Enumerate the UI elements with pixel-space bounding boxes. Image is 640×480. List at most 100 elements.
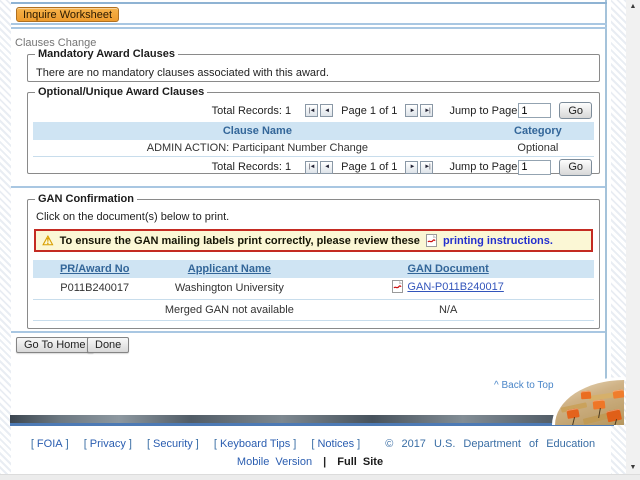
pagination-bar-top: Total Records: 1 |◄ ◄ Page 1 of 1 ► ►| J… (33, 100, 594, 121)
photo-shape (572, 417, 575, 425)
gan-confirmation-legend: GAN Confirmation (35, 193, 137, 205)
printing-instructions-link[interactable]: printing instructions. (443, 235, 553, 247)
scroll-down-icon[interactable]: ▼ (626, 464, 640, 471)
prev-page-button[interactable]: ◄ (320, 161, 333, 174)
go-button[interactable]: Go (559, 159, 592, 176)
bracket: [ (84, 438, 87, 450)
table-row: P011B240017 Washington University GAN-P0… (33, 278, 594, 299)
horizontal-scrollbar[interactable] (0, 474, 640, 480)
footer-link-foia[interactable]: [FOIA] (28, 438, 72, 450)
optional-clauses-fieldset: Optional/Unique Award Clauses Total Reco… (27, 86, 600, 174)
clause-name-cell: ADMIN ACTION: Participant Number Change (33, 140, 482, 156)
total-records-label: Total Records: 1 (212, 105, 291, 117)
category-header: Category (482, 122, 594, 140)
go-button[interactable]: Go (559, 102, 592, 119)
footer-blue-bar (10, 423, 614, 426)
go-to-home-button[interactable]: Go To Home (16, 337, 94, 353)
next-page-button[interactable]: ► (405, 161, 418, 174)
back-to-top-link[interactable]: ^ Back to Top (494, 380, 554, 391)
gan-document-link[interactable]: GAN-P011B240017 (407, 281, 503, 293)
jump-to-page-input[interactable] (518, 160, 551, 175)
prev-page-button[interactable]: ◄ (320, 104, 333, 117)
full-site-label: Full Site (337, 456, 383, 468)
bracket: ] (357, 438, 360, 450)
done-button[interactable]: Done (87, 337, 129, 353)
bracket: [ (311, 438, 314, 450)
last-page-button[interactable]: ►| (420, 104, 433, 117)
gan-document-cell: N/A (302, 299, 594, 320)
section-divider (11, 27, 607, 29)
footer-link-privacy[interactable]: [Privacy] (81, 438, 135, 450)
back-to-top-label: Back to Top (501, 380, 553, 391)
inquire-worksheet-button[interactable]: Inquire Worksheet (16, 7, 119, 22)
last-page-button[interactable]: ►| (420, 161, 433, 174)
photo-shape (606, 409, 622, 423)
bracket: ] (66, 438, 69, 450)
gan-instruction: Click on the document(s) below to print. (36, 211, 592, 223)
bracket: [ (214, 438, 217, 450)
footer-site-switch: Mobile Version | Full Site (11, 456, 609, 468)
table-row: Merged GAN not available N/A (33, 299, 594, 320)
section-divider (11, 23, 607, 25)
photo-shape (581, 391, 592, 400)
gan-confirmation-fieldset: GAN Confirmation Click on the document(s… (27, 193, 600, 329)
page-indicator: Page 1 of 1 (341, 105, 397, 117)
first-page-button[interactable]: |◄ (305, 104, 318, 117)
page: ▲ ▼ Inquire Worksheet Clauses Change Man… (0, 0, 640, 480)
vertical-scrollbar[interactable]: ▲ ▼ (626, 0, 640, 474)
copyright-text: © 2017 U.S. Department of Education (385, 438, 595, 450)
table-row: ADMIN ACTION: Participant Number Change … (33, 140, 594, 156)
footer-banner-image (10, 415, 614, 423)
footer-link-notices[interactable]: [Notices] (308, 438, 363, 450)
footer-link-label: Security (153, 438, 193, 450)
bracket: [ (31, 438, 34, 450)
warning-icon: ⚠ (42, 234, 54, 247)
footer-link-keyboard-tips[interactable]: [Keyboard Tips] (211, 438, 299, 450)
bracket: ] (196, 438, 199, 450)
photo-shape (612, 389, 624, 398)
scroll-up-icon[interactable]: ▲ (626, 3, 640, 10)
clauses-table: Clause Name Category ADMIN ACTION: Parti… (33, 122, 594, 157)
footer-links: [FOIA] [Privacy] [Security] [Keyboard Ti… (11, 438, 609, 450)
bracket: ] (293, 438, 296, 450)
bracket: [ (147, 438, 150, 450)
pr-award-no-cell (33, 299, 156, 320)
footer-link-label: FOIA (37, 438, 63, 450)
top-divider (11, 2, 607, 4)
gan-documents-table: PR/Award No Applicant Name GAN Document … (33, 260, 594, 321)
jump-to-page-input[interactable] (518, 103, 551, 118)
mandatory-empty-message: There are no mandatory clauses associate… (36, 67, 592, 79)
gan-document-cell: GAN-P011B240017 (302, 278, 594, 299)
content-right-border (605, 0, 607, 415)
footer-link-label: Privacy (90, 438, 126, 450)
gan-document-header[interactable]: GAN Document (407, 263, 488, 275)
footer-separator: | (323, 456, 326, 468)
pdf-icon (392, 280, 403, 293)
bracket: ] (129, 438, 132, 450)
next-page-button[interactable]: ► (405, 104, 418, 117)
jump-to-page-label: Jump to Page (449, 105, 517, 117)
mobile-version-link[interactable]: Mobile Version (237, 456, 312, 468)
page-margin-left (0, 0, 11, 480)
mandatory-clauses-fieldset: Mandatory Award Clauses There are no man… (27, 48, 600, 82)
applicant-name-cell: Washington University (156, 278, 302, 299)
pr-award-no-cell: P011B240017 (33, 278, 156, 299)
clause-name-header: Clause Name (33, 122, 482, 140)
mandatory-clauses-legend: Mandatory Award Clauses (35, 48, 178, 60)
caret-up-icon: ^ (494, 380, 499, 391)
warning-text: To ensure the GAN mailing labels print c… (60, 235, 420, 247)
applicant-name-header[interactable]: Applicant Name (188, 263, 271, 275)
first-page-button[interactable]: |◄ (305, 161, 318, 174)
footer-link-security[interactable]: [Security] (144, 438, 202, 450)
optional-clauses-legend: Optional/Unique Award Clauses (35, 86, 207, 98)
section-divider (11, 186, 605, 188)
footer-link-label: Keyboard Tips (220, 438, 290, 450)
classroom-photo (552, 377, 624, 425)
page-indicator: Page 1 of 1 (341, 161, 397, 173)
category-cell: Optional (482, 140, 594, 156)
pr-award-no-header[interactable]: PR/Award No (60, 263, 129, 275)
pagination-bar-bottom: Total Records: 1 |◄ ◄ Page 1 of 1 ► ►| J… (33, 157, 594, 178)
pdf-icon (426, 234, 437, 247)
total-records-label: Total Records: 1 (212, 161, 291, 173)
warning-banner: ⚠ To ensure the GAN mailing labels print… (34, 229, 593, 252)
